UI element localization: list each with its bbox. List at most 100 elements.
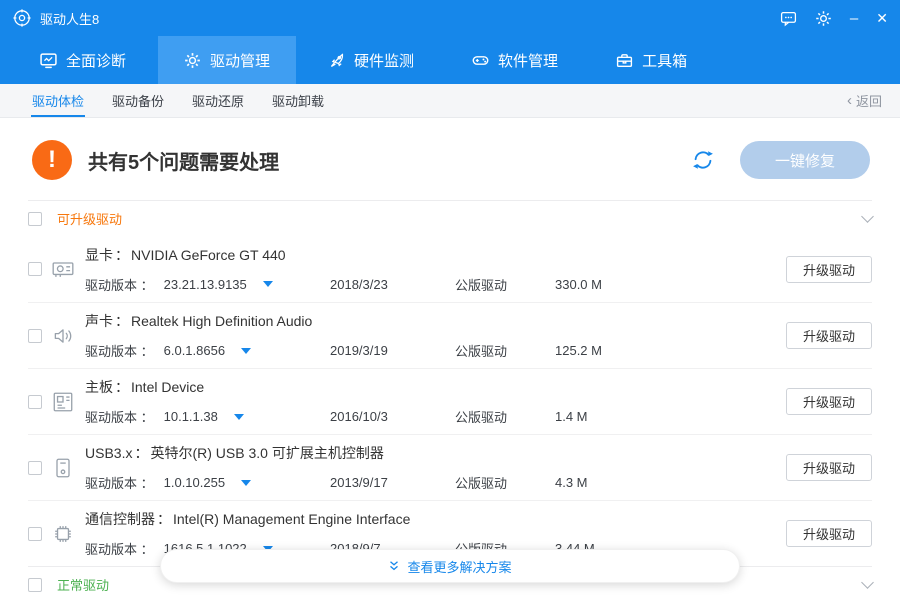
toolbox-icon [616,52,633,69]
driver-size: 330.0 M [555,277,786,292]
double-chevron-down-icon [388,560,400,572]
row-checkbox[interactable] [28,461,42,475]
driver-name-text: Realtek High Definition Audio [131,313,312,329]
driver-type: 公版驱动 [455,341,555,360]
settings-gear-icon[interactable] [815,10,832,27]
version-value: 1.0.10.255 [164,475,225,490]
tab-label: 工具箱 [642,50,687,71]
gamepad-icon [472,52,489,69]
motherboard-icon [51,390,75,414]
driver-size: 4.3 M [555,475,786,490]
chevron-down-icon[interactable] [861,210,874,223]
table-row: 显卡：NVIDIA GeForce GT 440 驱动版本 ： 23.21.13… [28,236,872,302]
version-label: 驱动版本 ： [85,473,154,492]
section-checkbox[interactable] [28,212,42,226]
name-separator: ： [113,313,131,329]
speaker-icon [51,324,75,348]
upgrade-driver-button[interactable]: 升级驱动 [786,520,872,547]
app-logo-icon [12,8,32,28]
table-row: 主板：Intel Device 驱动版本 ： 10.1.1.38 2016/10… [28,368,872,434]
driver-name-text: Intel Device [131,379,204,395]
tab-full-diagnosis[interactable]: 全面诊断 [14,36,152,84]
version-dropdown-icon[interactable] [263,281,273,287]
subtab-label: 驱动体检 [32,91,84,110]
subtab-driver-uninstall[interactable]: 驱动卸载 [258,84,338,117]
name-separator: ： [132,445,150,461]
chevron-down-icon[interactable] [861,576,874,589]
version-label: 驱动版本 ： [85,275,154,294]
back-label: 返回 [856,91,882,110]
version-value: 10.1.1.38 [164,409,218,424]
row-checkbox[interactable] [28,329,42,343]
upgrade-driver-button[interactable]: 升级驱动 [786,322,872,349]
upgrade-driver-button[interactable]: 升级驱动 [786,454,872,481]
version-label: 驱动版本 ： [85,539,154,558]
row-checkbox[interactable] [28,395,42,409]
one-click-fix-button[interactable]: 一键修复 [740,141,870,179]
tab-hardware-monitor[interactable]: 硬件监测 [302,36,440,84]
version-label: 驱动版本 ： [85,407,154,426]
view-more-label: 查看更多解决方案 [407,557,511,576]
chip-icon [51,522,75,546]
view-more-solutions-button[interactable]: 查看更多解决方案 [160,549,740,583]
driver-name: 声卡：Realtek High Definition Audio [85,311,786,331]
summary-title: 共有5个问题需要处理 [88,146,279,175]
driver-category: 显卡 [85,247,113,263]
minimize-button[interactable]: – [850,11,858,26]
upgrade-driver-button[interactable]: 升级驱动 [786,388,872,415]
name-separator: ： [113,379,131,395]
version-value: 23.21.13.9135 [164,277,247,292]
driver-name-text: NVIDIA GeForce GT 440 [131,247,286,263]
usb-drive-icon [51,456,75,480]
row-checkbox[interactable] [28,527,42,541]
version-dropdown-icon[interactable] [241,480,251,486]
sub-nav: 驱动体检 驱动备份 驱动还原 驱动卸载 ‹ 返回 [0,84,900,118]
tab-toolbox[interactable]: 工具箱 [590,36,713,84]
driver-name: 主板：Intel Device [85,377,786,397]
version-dropdown-icon[interactable] [234,414,244,420]
title-bar: 驱动人生8 – ✕ [0,0,900,36]
section-upgradable-drivers[interactable]: 可升级驱动 [28,200,872,236]
subtab-driver-checkup[interactable]: 驱动体检 [18,84,98,117]
version-label: 驱动版本 ： [85,341,154,360]
upgrade-driver-button[interactable]: 升级驱动 [786,256,872,283]
driver-name: 通信控制器：Intel(R) Management Engine Interfa… [85,509,786,529]
driver-date: 2019/3/19 [330,343,455,358]
back-button[interactable]: ‹ 返回 [847,91,882,110]
driver-category: 声卡 [85,313,113,329]
monitor-icon [40,52,57,69]
back-chevron-icon: ‹ [847,93,852,108]
name-separator: ： [155,511,173,527]
driver-name-text: 英特尔(R) USB 3.0 可扩展主机控制器 [150,445,383,461]
driver-date: 2016/10/3 [330,409,455,424]
refresh-icon[interactable] [690,147,716,173]
driver-type: 公版驱动 [455,473,555,492]
gpu-icon [51,257,75,281]
driver-list: 显卡 ： NVIDIA GeForce GT 440 驱动版本 ： 23.21.13… [0,236,900,566]
subtab-driver-backup[interactable]: 驱动备份 [98,84,178,117]
tab-label: 全面诊断 [66,50,126,71]
feedback-icon[interactable] [780,10,797,27]
tab-software-management[interactable]: 软件管理 [446,36,584,84]
tab-label: 硬件监测 [354,50,414,71]
row-checkbox[interactable] [28,262,42,276]
tab-label: 软件管理 [498,50,558,71]
tab-driver-management[interactable]: 驱动管理 [158,36,296,84]
driver-type: 公版驱动 [455,275,555,294]
driver-size: 1.4 M [555,409,786,424]
table-row: USB3.x：英特尔(R) USB 3.0 可扩展主机控制器 驱动版本 ： 1.… [28,434,872,500]
section-checkbox[interactable] [28,578,42,592]
summary-header: ! 共有5个问题需要处理 一键修复 [0,118,900,200]
version-dropdown-icon[interactable] [241,348,251,354]
version-value: 6.0.1.8656 [164,343,225,358]
driver-type: 公版驱动 [455,407,555,426]
rocket-icon [328,52,345,69]
section-label: 正常驱动 [57,575,109,594]
warning-icon: ! [32,140,72,180]
driver-category: 主板 [85,379,113,395]
section-label: 可升级驱动 [57,209,122,228]
subtab-driver-restore[interactable]: 驱动还原 [178,84,258,117]
close-button[interactable]: ✕ [876,11,888,25]
main-nav: 全面诊断 驱动管理 硬件监测 软件管理 工具箱 [0,36,900,84]
driver-name-text: Intel(R) Management Engine Interface [173,511,410,527]
